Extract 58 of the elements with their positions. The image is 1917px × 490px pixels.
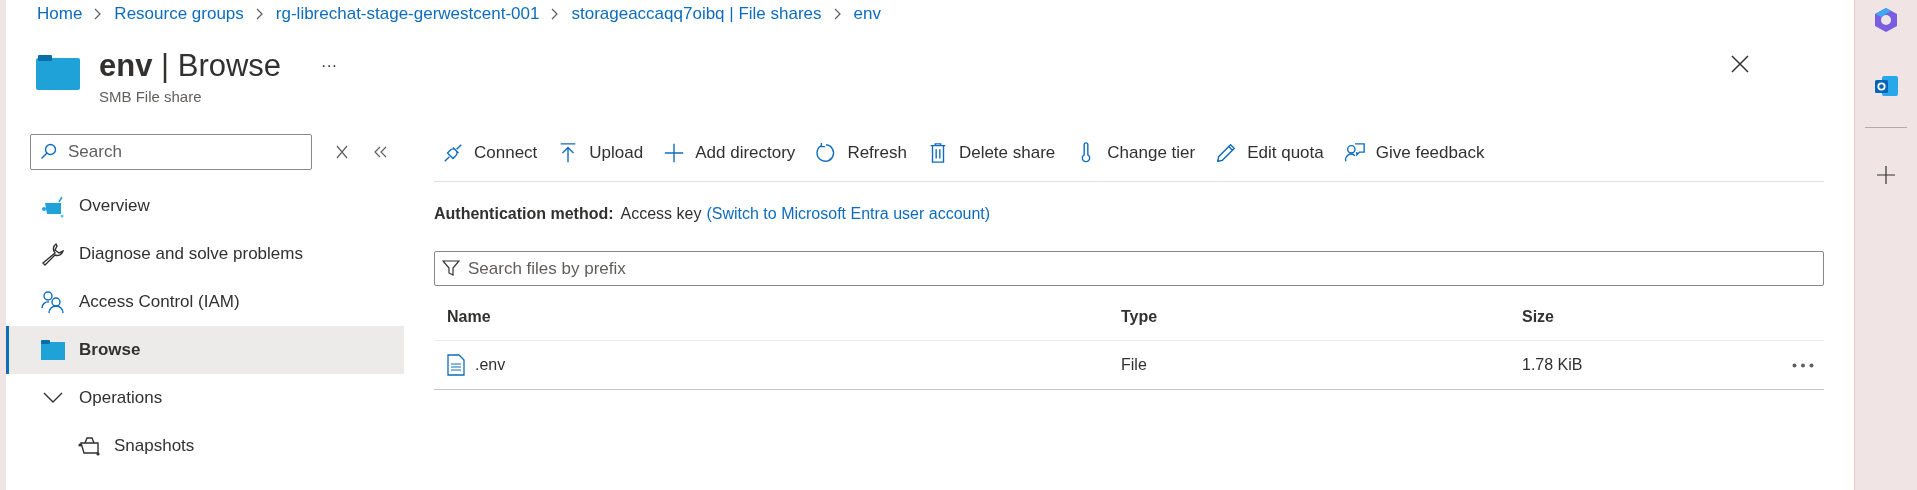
table-cell-text: 1.78 KiB xyxy=(1522,355,1584,375)
search-icon xyxy=(40,143,57,160)
wrench-icon xyxy=(41,242,65,266)
copilot-icon[interactable] xyxy=(1873,7,1899,33)
breadcrumb-link[interactable]: env xyxy=(853,1,881,27)
nav-item[interactable]: Overview xyxy=(6,182,404,230)
collapse-icon[interactable] xyxy=(374,146,388,158)
filter-icon xyxy=(442,259,460,277)
chevron-icon xyxy=(94,8,103,20)
snapshot-icon xyxy=(78,435,102,457)
breadcrumb-link[interactable]: Home xyxy=(37,1,83,27)
toolbar-button[interactable]: Give feedback xyxy=(1343,140,1485,166)
chevron-icon xyxy=(551,8,560,20)
toolbar-button[interactable]: Connect xyxy=(442,140,538,166)
close-icon[interactable] xyxy=(1731,55,1749,73)
page-title: env | Browse xyxy=(99,48,282,84)
nav-item[interactable]: Access Control (IAM) xyxy=(6,278,404,326)
toolbar-button[interactable]: Delete share xyxy=(926,140,1056,166)
column-header[interactable]: Name xyxy=(447,305,1121,329)
folder-icon xyxy=(41,340,65,360)
file-name[interactable]: .env xyxy=(475,353,506,377)
toolbar-button[interactable]: Refresh xyxy=(815,140,907,166)
more-icon[interactable] xyxy=(1792,362,1814,368)
nav-item[interactable]: Operations xyxy=(6,374,404,422)
auth-method-label: Authentication method: xyxy=(434,204,614,224)
breadcrumb-link[interactable]: Resource groups xyxy=(114,1,244,27)
toolbar-button[interactable]: Edit quota xyxy=(1215,140,1324,166)
toolbar-button[interactable]: Add directory xyxy=(663,140,796,166)
breadcrumb-link[interactable]: rg-librechat-stage-gerwestcent-001 xyxy=(275,1,540,27)
column-header[interactable]: Size xyxy=(1522,305,1764,329)
plus-icon xyxy=(663,142,686,164)
table-cell-text: File xyxy=(1121,355,1148,375)
filter-field[interactable]: Search files by prefix xyxy=(434,251,1824,286)
column-header[interactable]: Type xyxy=(1121,305,1522,329)
storage-icon xyxy=(41,194,65,218)
nav-item[interactable]: Browse xyxy=(6,326,404,374)
file-icon xyxy=(447,354,465,376)
feedback-icon xyxy=(1343,142,1366,164)
chevron-down-icon[interactable] xyxy=(43,392,63,404)
outlook-icon[interactable] xyxy=(1873,74,1899,99)
chevron-icon xyxy=(255,8,264,20)
toolbar-button[interactable]: Upload xyxy=(557,140,644,166)
breadcrumb-link[interactable]: storageaccaqq7oibq | File shares xyxy=(571,1,822,27)
pencil-icon xyxy=(1215,142,1238,164)
more-button[interactable]: ··· xyxy=(321,54,338,78)
page-subtitle: SMB File share xyxy=(99,87,203,107)
users-icon xyxy=(41,290,65,314)
nav-item[interactable]: Snapshots xyxy=(6,422,404,470)
search-field[interactable]: Search xyxy=(30,134,312,170)
nav-item[interactable]: Diagnose and solve problems xyxy=(6,230,404,278)
auth-method-value: Access key xyxy=(620,204,702,224)
add-icon[interactable] xyxy=(1877,166,1895,184)
folder-icon xyxy=(36,54,80,90)
toolbar-button[interactable]: Change tier xyxy=(1075,140,1196,166)
switch-auth-link[interactable]: (Switch to Microsoft Entra user account) xyxy=(706,202,991,226)
chevron-icon xyxy=(833,8,842,20)
clear-filter-icon[interactable] xyxy=(336,145,348,159)
plug-icon xyxy=(442,142,464,164)
